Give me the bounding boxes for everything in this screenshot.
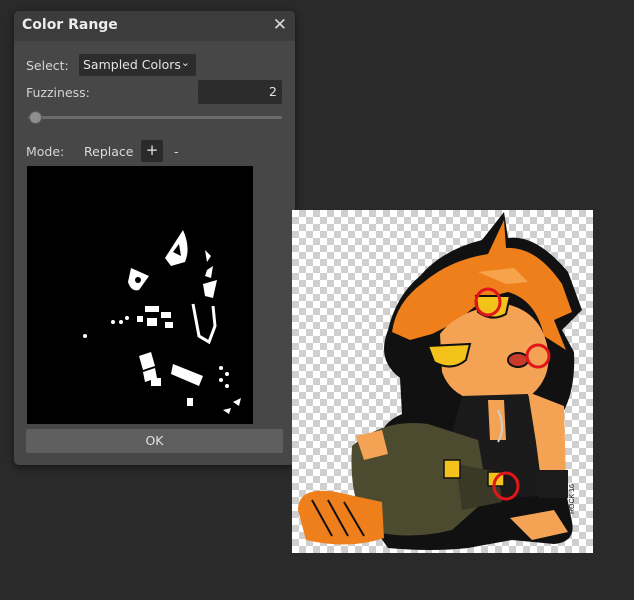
selection-preview — [27, 166, 253, 424]
character-illustration: ROCK 16 — [298, 212, 582, 550]
ok-button[interactable]: OK — [26, 429, 283, 453]
close-icon[interactable]: ✕ — [273, 15, 287, 35]
mode-label: Mode: — [26, 144, 65, 159]
dialog-titlebar[interactable]: Color Range ✕ — [14, 11, 295, 41]
fuzziness-label: Fuzziness: — [26, 85, 90, 100]
chevron-down-icon: ⌄ — [180, 56, 190, 69]
color-range-dialog: Color Range ✕ Select: Sampled Colors ⌄ F… — [14, 11, 295, 465]
select-dropdown[interactable]: Sampled Colors ⌄ — [79, 54, 196, 76]
fuzziness-slider-thumb[interactable] — [29, 111, 42, 124]
dialog-title: Color Range — [22, 17, 118, 33]
fuzziness-slider-track[interactable] — [28, 116, 282, 119]
select-value: Sampled Colors — [83, 57, 181, 72]
fuzziness-input[interactable]: 2 — [198, 80, 282, 104]
canvas-artwork[interactable]: ROCK 16 — [292, 210, 593, 553]
mode-subtract-button[interactable]: - — [174, 144, 179, 159]
artist-signature: ROCK 16 — [569, 484, 576, 514]
selection-mask — [83, 230, 241, 414]
select-label: Select: — [26, 58, 69, 73]
mode-replace-button[interactable]: Replace — [84, 144, 133, 159]
mode-add-button[interactable]: + — [141, 140, 163, 162]
